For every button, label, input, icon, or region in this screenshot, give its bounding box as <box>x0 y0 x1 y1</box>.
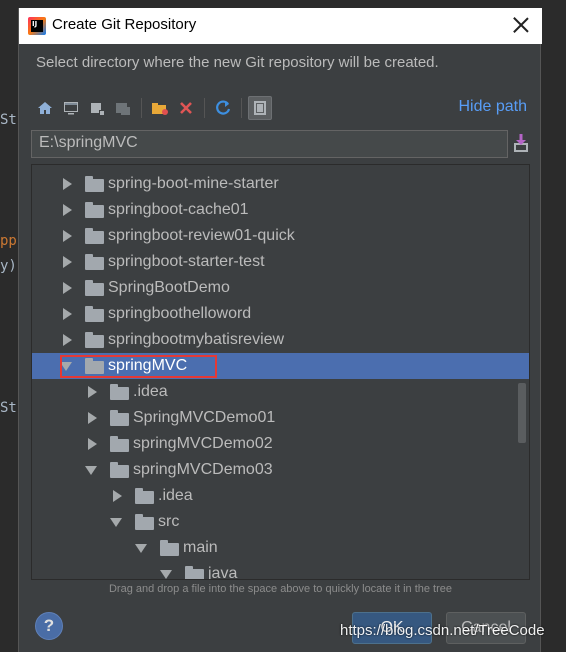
toolbar-separator <box>241 98 242 118</box>
collapse-arrow-icon[interactable] <box>110 516 122 528</box>
create-git-repository-dialog: IJ Create Git Repository Select director… <box>18 8 542 652</box>
download-icon[interactable] <box>513 133 529 153</box>
intellij-app-icon: IJ <box>28 17 46 35</box>
expand-arrow-icon[interactable] <box>86 386 98 398</box>
background-code-fragment: St <box>0 112 17 128</box>
tree-row[interactable]: springboothelloword <box>32 301 529 327</box>
tree-item-label: java <box>208 565 238 580</box>
drag-drop-hint: Drag and drop a file into the space abov… <box>108 583 453 595</box>
tree-row-selected[interactable]: springMVC <box>32 353 529 379</box>
tree-item-label: springMVCDemo03 <box>133 461 273 478</box>
folder-icon <box>85 176 104 192</box>
project-icon[interactable] <box>111 96 135 120</box>
tree-row[interactable]: main <box>32 535 529 561</box>
help-button[interactable]: ? <box>35 612 63 640</box>
tree-row[interactable]: springMVCDemo02 <box>32 431 529 457</box>
tree-item-label: springboothelloword <box>108 305 252 322</box>
tree-item-label: SpringBootDemo <box>108 279 230 296</box>
folder-icon <box>110 462 129 478</box>
toolbar-separator <box>204 98 205 118</box>
tree-item-label: .idea <box>133 383 168 400</box>
tree-row[interactable]: spring-boot-mine-starter <box>32 171 529 197</box>
expand-arrow-icon[interactable] <box>86 438 98 450</box>
dialog-title: Create Git Repository <box>52 16 197 33</box>
folder-icon <box>135 514 154 530</box>
delete-icon[interactable] <box>174 96 198 120</box>
folder-icon <box>85 332 104 348</box>
watermark: https://blog.csdn.net/TreeCode <box>340 622 545 639</box>
expand-arrow-icon[interactable] <box>61 178 73 190</box>
hide-path-link[interactable]: Hide path <box>459 98 528 116</box>
toolbar <box>33 94 274 122</box>
new-folder-icon[interactable] <box>148 96 172 120</box>
expand-arrow-icon[interactable] <box>61 204 73 216</box>
folder-icon <box>110 436 129 452</box>
folder-icon <box>185 566 204 579</box>
module-icon[interactable] <box>85 96 109 120</box>
tree-row[interactable]: src <box>32 509 529 535</box>
title-bar: IJ Create Git Repository <box>19 8 542 44</box>
expand-arrow-icon[interactable] <box>61 282 73 294</box>
expand-arrow-icon[interactable] <box>61 308 73 320</box>
background-editor: St pp y) St <box>0 0 18 652</box>
expand-arrow-icon[interactable] <box>61 230 73 242</box>
home-icon[interactable] <box>33 96 57 120</box>
tree-item-label: .idea <box>158 487 193 504</box>
background-code-fragment: St <box>0 400 17 416</box>
collapse-arrow-icon[interactable] <box>85 464 97 476</box>
expand-arrow-icon[interactable] <box>61 334 73 346</box>
folder-icon <box>85 254 104 270</box>
toolbar-separator <box>141 98 142 118</box>
expand-arrow-icon[interactable] <box>61 256 73 268</box>
folder-icon <box>85 202 104 218</box>
tree-item-label: SpringMVCDemo01 <box>133 409 276 426</box>
collapse-arrow-icon[interactable] <box>135 542 147 554</box>
folder-icon <box>135 488 154 504</box>
directory-tree[interactable]: spring-boot-mine-starter springboot-cach… <box>31 164 530 580</box>
expand-arrow-icon[interactable] <box>86 412 98 424</box>
tree-row[interactable]: .idea <box>32 379 529 405</box>
path-field[interactable]: E:\springMVC <box>31 130 508 158</box>
tree-row[interactable]: java <box>32 561 529 580</box>
tree-scrollbar[interactable] <box>518 383 526 443</box>
tree-item-label: main <box>183 539 218 556</box>
tree-item-label: springboot-starter-test <box>108 253 265 270</box>
expand-arrow-icon[interactable] <box>111 490 123 502</box>
tree-item-label: springMVCDemo02 <box>133 435 273 452</box>
desktop-icon[interactable] <box>59 96 83 120</box>
tree-row[interactable]: .idea <box>32 483 529 509</box>
folder-icon <box>85 228 104 244</box>
folder-icon <box>110 384 129 400</box>
tree-item-label: src <box>158 513 180 530</box>
tree-row[interactable]: SpringBootDemo <box>32 275 529 301</box>
close-icon[interactable] <box>510 14 532 36</box>
tree-item-label: springboot-review01-quick <box>108 227 295 244</box>
tree-item-label: springboot-cache01 <box>108 201 249 218</box>
folder-icon <box>85 280 104 296</box>
tree-row[interactable]: springboot-starter-test <box>32 249 529 275</box>
tree-row[interactable]: springbootmybatisreview <box>32 327 529 353</box>
background-code-fragment: y) <box>0 258 17 274</box>
tree-row[interactable]: springMVCDemo03 <box>32 457 529 483</box>
refresh-icon[interactable] <box>211 96 235 120</box>
background-code-fragment: pp <box>0 233 17 249</box>
collapse-arrow-icon[interactable] <box>160 568 172 579</box>
folder-icon <box>160 540 179 556</box>
tree-row[interactable]: SpringMVCDemo01 <box>32 405 529 431</box>
annotation-highlight-box <box>60 355 217 378</box>
folder-icon <box>85 306 104 322</box>
dialog-description: Select directory where the new Git repos… <box>36 54 439 71</box>
tree-row[interactable]: springboot-review01-quick <box>32 223 529 249</box>
tree-item-label: spring-boot-mine-starter <box>108 175 279 192</box>
tree-item-label: springbootmybatisreview <box>108 331 285 348</box>
show-hidden-icon[interactable] <box>248 96 272 120</box>
tree-row[interactable]: springboot-cache01 <box>32 197 529 223</box>
folder-icon <box>110 410 129 426</box>
